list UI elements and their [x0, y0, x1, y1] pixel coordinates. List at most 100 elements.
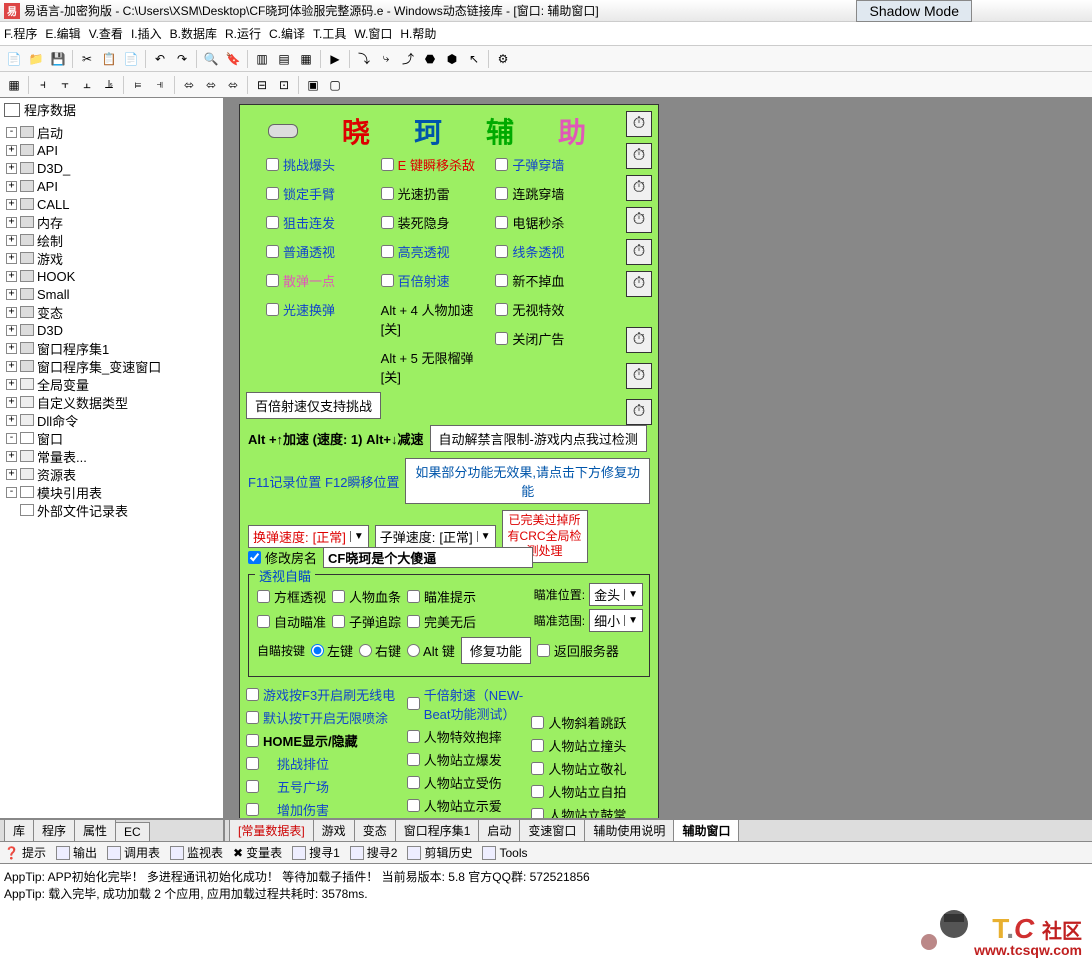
aim-radio-left[interactable]: 左键 [311, 641, 353, 660]
editor-tab[interactable]: 游戏 [313, 819, 355, 841]
tree-item[interactable]: +内存 [6, 213, 223, 231]
option-checkbox[interactable]: E 键瞬移杀敌 [381, 155, 488, 174]
option-checkbox[interactable]: 挑战排位 [246, 754, 403, 773]
expander-icon[interactable]: + [6, 163, 17, 174]
panel1-button[interactable]: ▥ [252, 49, 272, 69]
option-checkbox[interactable]: 方框透视 [257, 587, 326, 606]
tree-item[interactable]: +Small [6, 285, 223, 303]
option-checkbox[interactable]: 新不掉血 [495, 271, 602, 290]
aim-radio-alt[interactable]: Alt 键 [407, 641, 455, 660]
fix-function-button[interactable]: 修复功能 [461, 637, 531, 664]
expander-icon[interactable]: + [6, 469, 17, 480]
option-checkbox[interactable]: 人物血条 [332, 587, 401, 606]
option-checkbox[interactable]: 普通透视 [266, 242, 373, 261]
option-checkbox[interactable]: 五号广场 [246, 777, 403, 796]
bring-front-button[interactable]: ▣ [303, 75, 323, 95]
option-checkbox[interactable]: 光速扔雷 [381, 184, 488, 203]
option-checkbox[interactable]: 人物站立敬礼 [531, 759, 652, 778]
expander-icon[interactable]: + [6, 343, 17, 354]
option-checkbox[interactable]: 百倍射速 [381, 271, 488, 290]
expander-icon[interactable]: + [6, 271, 17, 282]
return-server-checkbox[interactable]: 返回服务器 [537, 641, 619, 660]
open-button[interactable]: 📁 [26, 49, 46, 69]
option-checkbox[interactable]: 装死隐身 [381, 213, 488, 232]
tree-item[interactable]: +CALL [6, 195, 223, 213]
timer-icon[interactable]: ⏱ [626, 207, 652, 233]
editor-tab[interactable]: 变态 [354, 819, 396, 841]
option-checkbox[interactable]: 高亮透视 [381, 242, 488, 261]
search2-button[interactable]: 搜寻2 [350, 844, 398, 861]
option-checkbox[interactable]: 线条透视 [495, 242, 602, 261]
cliphistory-button[interactable]: 剪辑历史 [407, 844, 472, 861]
output-panel-button[interactable]: 输出 [56, 844, 97, 861]
timer-icon[interactable]: ⏱ [626, 143, 652, 169]
editor-tab[interactable]: 辅助窗口 [673, 819, 739, 841]
tree-item[interactable]: +全局变量 [6, 375, 223, 393]
reload-speed-combo[interactable]: 换弹速度: [正常] ▼ [248, 525, 369, 548]
option-checkbox[interactable]: 人物站立示爱 [407, 796, 528, 815]
option-checkbox[interactable]: 无视特效 [495, 300, 602, 319]
same-height-button[interactable]: ⬄ [201, 75, 221, 95]
option-checkbox[interactable]: HOME显示/隐藏 [246, 731, 403, 750]
grid-button[interactable]: ▦ [4, 75, 24, 95]
menu-insert[interactable]: I.插入 [131, 25, 162, 42]
expander-icon[interactable]: + [6, 451, 17, 462]
panel3-button[interactable]: ▦ [296, 49, 316, 69]
tab-program[interactable]: 程序 [33, 819, 75, 841]
option-checkbox[interactable]: 人物站立自拍 [531, 782, 652, 801]
search1-button[interactable]: 搜寻1 [292, 844, 340, 861]
align-top-button[interactable]: ⫠ [77, 75, 97, 95]
editor-tab[interactable]: 启动 [478, 819, 520, 841]
editor-tab[interactable]: 窗口程序集1 [395, 819, 480, 841]
timer-icon[interactable]: ⏱ [626, 363, 652, 389]
tree-item[interactable]: +常量表... [6, 447, 223, 465]
tree-item[interactable]: +自定义数据类型 [6, 393, 223, 411]
vspread-button[interactable]: ⫣ [150, 75, 170, 95]
baibei-button[interactable]: 百倍射速仅支持挑战 [246, 392, 381, 419]
bullet-speed-combo[interactable]: 子弹速度: [正常] ▼ [375, 525, 496, 548]
tree-item[interactable]: +绘制 [6, 231, 223, 249]
cursor-button[interactable]: ↖ [464, 49, 484, 69]
option-checkbox[interactable]: 完美无后 [407, 612, 476, 631]
tree-item[interactable]: -模块引用表 [6, 483, 223, 501]
editor-tab[interactable]: 变速窗口 [519, 819, 585, 841]
bookmark-button[interactable]: 🔖 [223, 49, 243, 69]
form-designer[interactable]: 晓 珂 辅 助 ⏱ ⏱ ⏱ ⏱ ⏱ ⏱ ⏱ ⏱ ⏱ 挑战爆 [225, 98, 1092, 818]
stop-button[interactable]: ⬢ [442, 49, 462, 69]
menu-view[interactable]: V.查看 [89, 25, 123, 42]
send-back-button[interactable]: ▢ [325, 75, 345, 95]
new-button[interactable]: 📄 [4, 49, 24, 69]
watch-button[interactable]: 监视表 [170, 844, 223, 861]
shadow-mode-button[interactable]: Shadow Mode [856, 0, 972, 22]
step-over-button[interactable]: ⤵ [354, 49, 374, 69]
option-checkbox[interactable]: 游戏按F3开启刷无线电 [246, 685, 403, 704]
aim-pos-combo[interactable]: 金头▼ [589, 583, 643, 606]
option-checkbox[interactable]: 挑战爆头 [266, 155, 373, 174]
tab-properties[interactable]: 属性 [74, 819, 116, 841]
center-v-button[interactable]: ⊡ [274, 75, 294, 95]
menu-database[interactable]: B.数据库 [170, 25, 217, 42]
room-name-input[interactable] [323, 547, 533, 568]
option-checkbox[interactable]: 子弹追踪 [332, 612, 401, 631]
option-checkbox[interactable]: 光速换弹 [266, 300, 373, 319]
tree-item[interactable]: +窗口程序集1 [6, 339, 223, 357]
form-canvas[interactable]: 晓 珂 辅 助 ⏱ ⏱ ⏱ ⏱ ⏱ ⏱ ⏱ ⏱ ⏱ 挑战爆 [239, 104, 659, 818]
auto-unban-button[interactable]: 自动解禁言限制-游戏内点我过检测 [430, 425, 647, 452]
tree-item[interactable]: +D3D [6, 321, 223, 339]
tree-item[interactable]: +API [6, 141, 223, 159]
timer-icon[interactable]: ⏱ [626, 239, 652, 265]
menu-help[interactable]: H.帮助 [400, 25, 436, 42]
run-button[interactable]: ▶ [325, 49, 345, 69]
expander-icon[interactable]: + [6, 235, 17, 246]
redo-button[interactable]: ↷ [172, 49, 192, 69]
menu-window[interactable]: W.窗口 [354, 25, 392, 42]
tree-item[interactable]: +API [6, 177, 223, 195]
expander-icon[interactable]: + [6, 217, 17, 228]
option-checkbox[interactable]: 人物站立撞头 [531, 736, 652, 755]
option-checkbox[interactable]: 瞄准提示 [407, 587, 476, 606]
option-checkbox[interactable]: 千倍射速（NEW-Beat功能测试） [407, 685, 528, 723]
expander-icon[interactable]: + [6, 199, 17, 210]
expander-icon[interactable]: + [6, 325, 17, 336]
expander-icon[interactable]: - [6, 487, 17, 498]
editor-tab[interactable]: 辅助使用说明 [584, 819, 674, 841]
